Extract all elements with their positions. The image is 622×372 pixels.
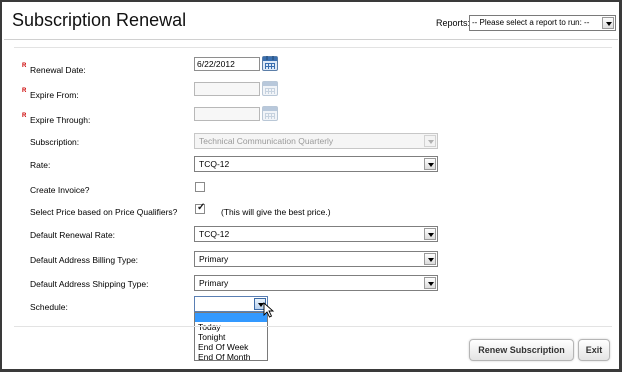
default-shipping-type-select[interactable]: Primary [194,275,438,291]
reports-select[interactable]: -- Please select a report to run: -- [469,15,616,31]
default-shipping-type-value: Primary [199,278,229,288]
default-billing-type-select[interactable]: Primary [194,251,438,267]
schedule-option-tonight[interactable]: Tonight [198,332,225,342]
subscription-label: Subscription: [30,137,80,147]
chevron-down-icon [424,135,436,147]
schedule-option-today[interactable]: Today [198,322,221,332]
checkmark-icon: ✓ [197,202,206,213]
required-marker: R [22,113,27,119]
app-window: Subscription Renewal Reports: -- Please … [0,0,622,372]
chevron-down-icon[interactable] [424,158,436,170]
expire-from-input[interactable] [194,82,260,96]
reports-select-value: -- Please select a report to run: -- [472,18,590,27]
mouse-pointer-icon [263,302,275,318]
schedule-label: Schedule: [30,302,68,312]
footer-divider [14,326,612,327]
calendar-icon[interactable] [262,56,278,71]
chevron-down-icon[interactable] [424,277,436,289]
reports-label: Reports: [436,18,471,28]
create-invoice-label: Create Invoice? [30,185,90,195]
select-price-hint: (This will give the best price.) [221,207,331,217]
create-invoice-checkbox[interactable] [195,182,205,192]
default-shipping-type-label: Default Address Shipping Type: [30,279,149,289]
calendar-icon[interactable] [262,106,278,121]
renew-subscription-button[interactable]: Renew Subscription [469,339,574,361]
required-marker: R [22,63,27,69]
expire-through-label: Expire Through: [30,115,91,125]
default-renewal-rate-label: Default Renewal Rate: [30,230,116,240]
default-renewal-rate-select[interactable]: TCQ-12 [194,226,438,242]
subscription-select: Technical Communication Quarterly [194,133,438,149]
calendar-icon[interactable] [262,81,278,96]
select-price-checkbox[interactable]: ✓ [195,202,206,214]
page-header: Subscription Renewal Reports: -- Please … [4,4,618,40]
renewal-date-label: Renewal Date: [30,65,86,75]
required-marker: R [22,88,27,94]
default-billing-type-label: Default Address Billing Type: [30,255,139,265]
renewal-date-input[interactable]: 6/22/2012 [194,57,260,71]
subscription-value: Technical Communication Quarterly [199,136,334,146]
chevron-down-icon[interactable] [424,228,436,240]
expire-from-label: Expire From: [30,90,79,100]
schedule-option-end-of-week[interactable]: End Of Week [198,342,248,352]
header-divider [14,47,612,48]
expire-through-input[interactable] [194,107,260,121]
default-billing-type-value: Primary [199,254,229,264]
schedule-dropdown-list: Today Tonight End Of Week End Of Month [194,312,268,362]
rate-label: Rate: [30,160,51,170]
schedule-option-end-of-month[interactable]: End Of Month [198,352,250,362]
page-title: Subscription Renewal [12,10,187,30]
select-price-label: Select Price based on Price Qualifiers? [30,207,178,217]
chevron-down-icon[interactable] [424,253,436,265]
schedule-select[interactable] [194,296,268,312]
exit-button[interactable]: Exit [578,339,610,361]
default-renewal-rate-value: TCQ-12 [199,229,230,239]
rate-value: TCQ-12 [199,159,230,169]
chevron-down-icon[interactable] [602,17,614,29]
rate-select[interactable]: TCQ-12 [194,156,438,172]
schedule-option-blank[interactable] [195,313,267,322]
